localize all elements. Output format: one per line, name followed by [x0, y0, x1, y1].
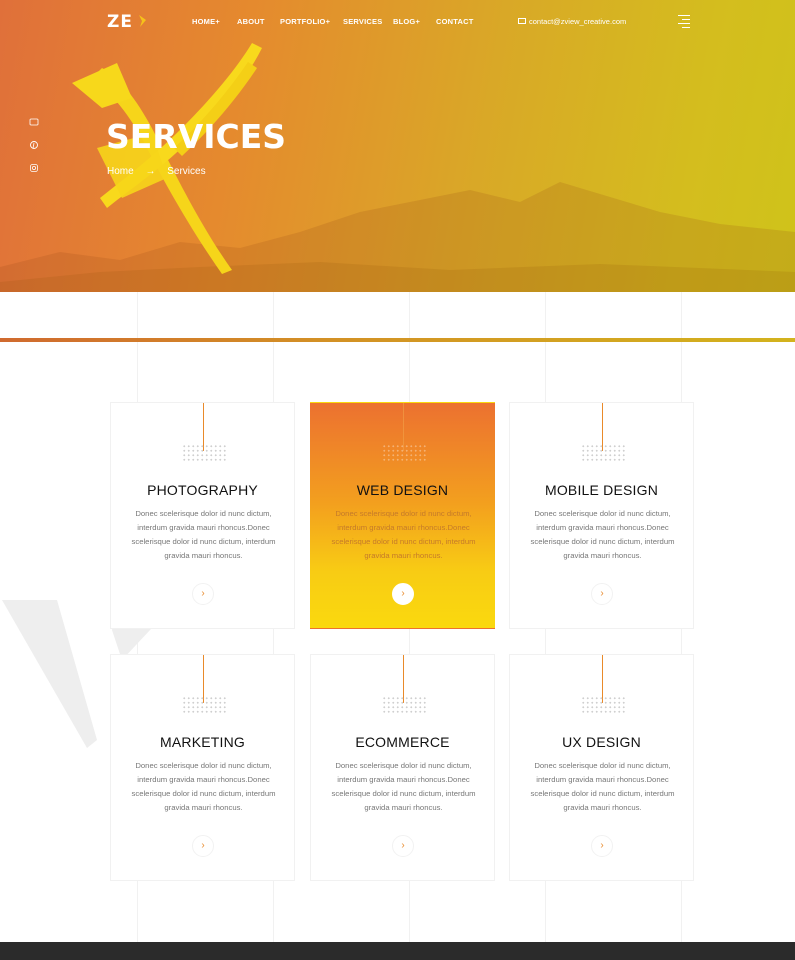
service-title: WEB DESIGN [356, 482, 449, 498]
service-card-web-design[interactable]: WEB DESIGN Donec scelerisque dolor id nu… [310, 402, 495, 629]
dot-pattern [182, 444, 226, 462]
read-more-button[interactable]: › [591, 835, 613, 857]
hero-banner: ZE HOME+ ABOUT PORTFOLIO+ SERVICES BLOG+… [0, 0, 795, 292]
service-title: MOBILE DESIGN [544, 482, 659, 498]
read-more-button[interactable]: › [392, 835, 414, 857]
read-more-button[interactable]: › [392, 583, 414, 605]
email-text: contact@zview_creative.com [529, 17, 627, 26]
service-title: UX DESIGN [562, 734, 641, 750]
arrow-right-icon: → [145, 166, 156, 177]
service-title: MARKETING [159, 734, 246, 750]
contact-email[interactable]: contact@zview_creative.com [518, 17, 626, 26]
dot-pattern [182, 696, 226, 714]
nav-about[interactable]: ABOUT [237, 17, 265, 26]
section-divider [0, 338, 795, 342]
facebook-icon[interactable] [29, 117, 39, 127]
service-card-ecommerce[interactable]: ECOMMERCE Donec scelerisque dolor id nun… [310, 654, 495, 881]
service-description: Donec scelerisque dolor id nunc dictum, … [331, 509, 476, 560]
nav-portfolio[interactable]: PORTFOLIO+ [280, 17, 330, 26]
breadcrumb-home[interactable]: Home [107, 166, 134, 177]
menu-toggle-icon[interactable] [678, 14, 690, 30]
envelope-icon [518, 18, 526, 24]
breadcrumb: Home → Services [107, 166, 206, 177]
service-description: Donec scelerisque dolor id nunc dictum, … [131, 509, 276, 560]
service-card-mobile-design[interactable]: MOBILE DESIGN Donec scelerisque dolor id… [509, 402, 694, 629]
read-more-button[interactable]: › [192, 583, 214, 605]
nav-home[interactable]: HOME+ [192, 17, 220, 26]
page-title: SERVICES [106, 117, 287, 156]
brush-x-graphic [72, 43, 262, 274]
read-more-button[interactable]: › [192, 835, 214, 857]
service-description: Donec scelerisque dolor id nunc dictum, … [530, 761, 675, 812]
service-title: ECOMMERCE [355, 734, 450, 750]
read-more-button[interactable]: › [591, 583, 613, 605]
footer-section [0, 942, 795, 960]
nav-services[interactable]: SERVICES [343, 17, 382, 26]
dot-pattern [581, 696, 625, 714]
site-logo[interactable]: ZE [107, 12, 133, 32]
dot-pattern [382, 696, 426, 714]
service-description: Donec scelerisque dolor id nunc dictum, … [131, 761, 276, 812]
logo-mark-icon [139, 15, 146, 27]
service-title: PHOTOGRAPHY [147, 482, 258, 498]
service-description: Donec scelerisque dolor id nunc dictum, … [530, 509, 675, 560]
pinterest-icon[interactable] [29, 140, 39, 150]
nav-blog[interactable]: BLOG+ [393, 17, 420, 26]
service-card-photography[interactable]: PHOTOGRAPHY Donec scelerisque dolor id n… [110, 402, 295, 629]
service-card-marketing[interactable]: MARKETING Donec scelerisque dolor id nun… [110, 654, 295, 881]
service-description: Donec scelerisque dolor id nunc dictum, … [331, 761, 476, 812]
instagram-icon[interactable] [29, 163, 39, 173]
top-navigation-bar: ZE HOME+ ABOUT PORTFOLIO+ SERVICES BLOG+… [0, 0, 795, 44]
breadcrumb-current: Services [167, 166, 206, 177]
dot-pattern [382, 444, 426, 462]
service-card-ux-design[interactable]: UX DESIGN Donec scelerisque dolor id nun… [509, 654, 694, 881]
nav-contact[interactable]: CONTACT [436, 17, 474, 26]
dot-pattern [581, 444, 625, 462]
